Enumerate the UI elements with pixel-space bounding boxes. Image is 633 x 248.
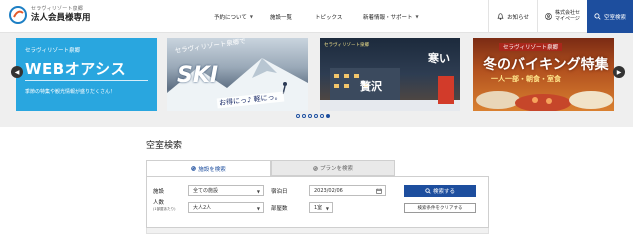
nav-item-news-support[interactable]: 新着情報・サポート ▼ <box>363 13 419 21</box>
mypage-link[interactable]: 株式会社セ マイページ <box>536 0 587 33</box>
carousel-next-button[interactable]: ▶ <box>613 66 625 78</box>
carousel-dot[interactable] <box>296 114 300 118</box>
clear-button[interactable]: 検索条件をクリアする <box>404 203 476 213</box>
carousel-dot[interactable] <box>308 114 312 118</box>
search-button[interactable]: 検索する <box>404 185 476 197</box>
chevron-left-icon: ◀ <box>14 68 20 76</box>
nav-item-label: トピックス <box>315 14 343 21</box>
nav-item-reservation[interactable]: 予約について ▼ <box>214 13 253 21</box>
carousel-dot[interactable] <box>314 114 318 118</box>
banner-description: 季節の特集や観光情報が盛りだくさん！ <box>25 89 116 95</box>
tab-label: プランを検索 <box>319 166 353 172</box>
bell-icon <box>497 13 504 20</box>
logo-title: 法人会員様専用 <box>31 13 91 24</box>
banner-carousel: セラヴィリゾート泉郷 WEBオアシス 季節の特集や観光情報が盛りだくさん！ セラ… <box>0 33 633 127</box>
banner-tag: セラヴィリゾート泉郷 <box>25 48 81 54</box>
banner-web-oasis[interactable]: セラヴィリゾート泉郷 WEBオアシス 季節の特集や観光情報が盛りだくさん！ <box>16 38 157 111</box>
user-icon <box>545 13 552 20</box>
clear-button-label: 検索条件をクリアする <box>417 206 463 211</box>
banner-ski[interactable]: セラヴィリゾート泉郷で SKI お得にっ♪ 軽にっ。 <box>167 38 308 111</box>
banner-title: SKI <box>177 63 219 88</box>
logo-icon <box>8 5 28 25</box>
checkin-label: 宿泊日 <box>271 189 288 195</box>
people-note: (1部屋あたり) <box>153 206 176 211</box>
rooms-label: 部屋数 <box>271 206 288 212</box>
tab-plan-search[interactable]: プランを検索 <box>271 160 395 176</box>
checkin-date-input[interactable]: 2023/02/06 <box>309 185 386 196</box>
banner-subtitle: 一人一部・朝食・室食 <box>491 75 561 83</box>
people-label-text: 人数 <box>153 200 165 206</box>
tab-facility-search[interactable]: 施設を検索 <box>146 160 271 176</box>
search-icon <box>191 166 196 171</box>
logo-subtitle: セラヴィリゾート泉郷 <box>31 6 84 13</box>
banner-divider <box>25 80 148 81</box>
banner-title: 寒い <box>428 52 450 65</box>
chevron-down-icon: ▼ <box>256 206 260 211</box>
nav-item-label: 新着情報・サポート <box>363 14 413 21</box>
people-select-value: 大人2人 <box>193 205 212 211</box>
search-button-label: 検索する <box>432 189 455 195</box>
site-logo[interactable]: セラヴィリゾート泉郷 法人会員様専用 <box>8 5 91 25</box>
banner-title: 冬のバイキング特集 <box>483 57 609 73</box>
mypage-label: マイページ <box>554 15 580 22</box>
banner-winter-buffet[interactable]: セラヴィリゾート泉郷 冬のバイキング特集 一人一部・朝食・室食 <box>473 38 614 111</box>
nav-item-label: 施設一覧 <box>270 14 293 21</box>
section-title: 空室検索 <box>146 141 183 151</box>
notice-label: お知らせ <box>507 14 529 21</box>
carousel-dot[interactable] <box>320 114 324 118</box>
tab-label: 施設を検索 <box>198 166 226 173</box>
form-footer-bar <box>146 228 489 234</box>
facility-label: 施設 <box>153 189 165 195</box>
search-icon <box>594 13 601 20</box>
rooms-select-value: 1室 <box>314 205 323 211</box>
carousel-dots <box>296 114 332 118</box>
calendar-icon <box>376 188 382 194</box>
site-header: セラヴィリゾート泉郷 法人会員様専用 予約について ▼ 施設一覧 トピックス 新… <box>0 0 633 33</box>
chevron-down-icon: ▼ <box>249 14 253 19</box>
checkin-date-value: 2023/02/06 <box>314 187 343 194</box>
chevron-right-icon: ▶ <box>616 68 622 76</box>
banner-winter-luxury[interactable]: セラヴィリゾート泉郷 寒い 贅沢 <box>320 38 460 111</box>
rooms-select[interactable]: 1室 ▼ <box>309 202 333 213</box>
header-search-button[interactable]: 空室検索 <box>587 0 633 33</box>
banner-tag: セラヴィリゾート泉郷 <box>499 43 563 51</box>
header-search-label: 空室検索 <box>603 14 626 21</box>
carousel-dot[interactable] <box>302 114 306 118</box>
banner-badge <box>438 76 454 104</box>
chevron-down-icon: ▼ <box>325 206 329 211</box>
chevron-down-icon: ▼ <box>415 14 419 19</box>
carousel-dot-active[interactable] <box>326 114 330 118</box>
nav-item-facilities[interactable]: 施設一覧 <box>270 13 292 21</box>
search-icon <box>425 188 431 194</box>
nav-item-topics[interactable]: トピックス <box>315 13 342 21</box>
nav-item-label: 予約について <box>214 14 247 21</box>
facility-select[interactable]: 全ての施設 ▼ <box>188 185 264 196</box>
banner-subtitle: 贅沢 <box>360 80 382 93</box>
chevron-down-icon: ▼ <box>256 189 260 194</box>
people-select[interactable]: 大人2人 ▼ <box>188 202 264 213</box>
search-icon <box>313 165 318 171</box>
facility-select-value: 全ての施設 <box>193 188 219 194</box>
banner-tag: セラヴィリゾート泉郷 <box>324 43 369 48</box>
banner-title: WEBオアシス <box>25 60 127 78</box>
notice-link[interactable]: お知らせ <box>488 0 537 33</box>
carousel-prev-button[interactable]: ◀ <box>11 66 23 78</box>
people-label: 人数 (1部屋あたり) <box>153 200 175 211</box>
